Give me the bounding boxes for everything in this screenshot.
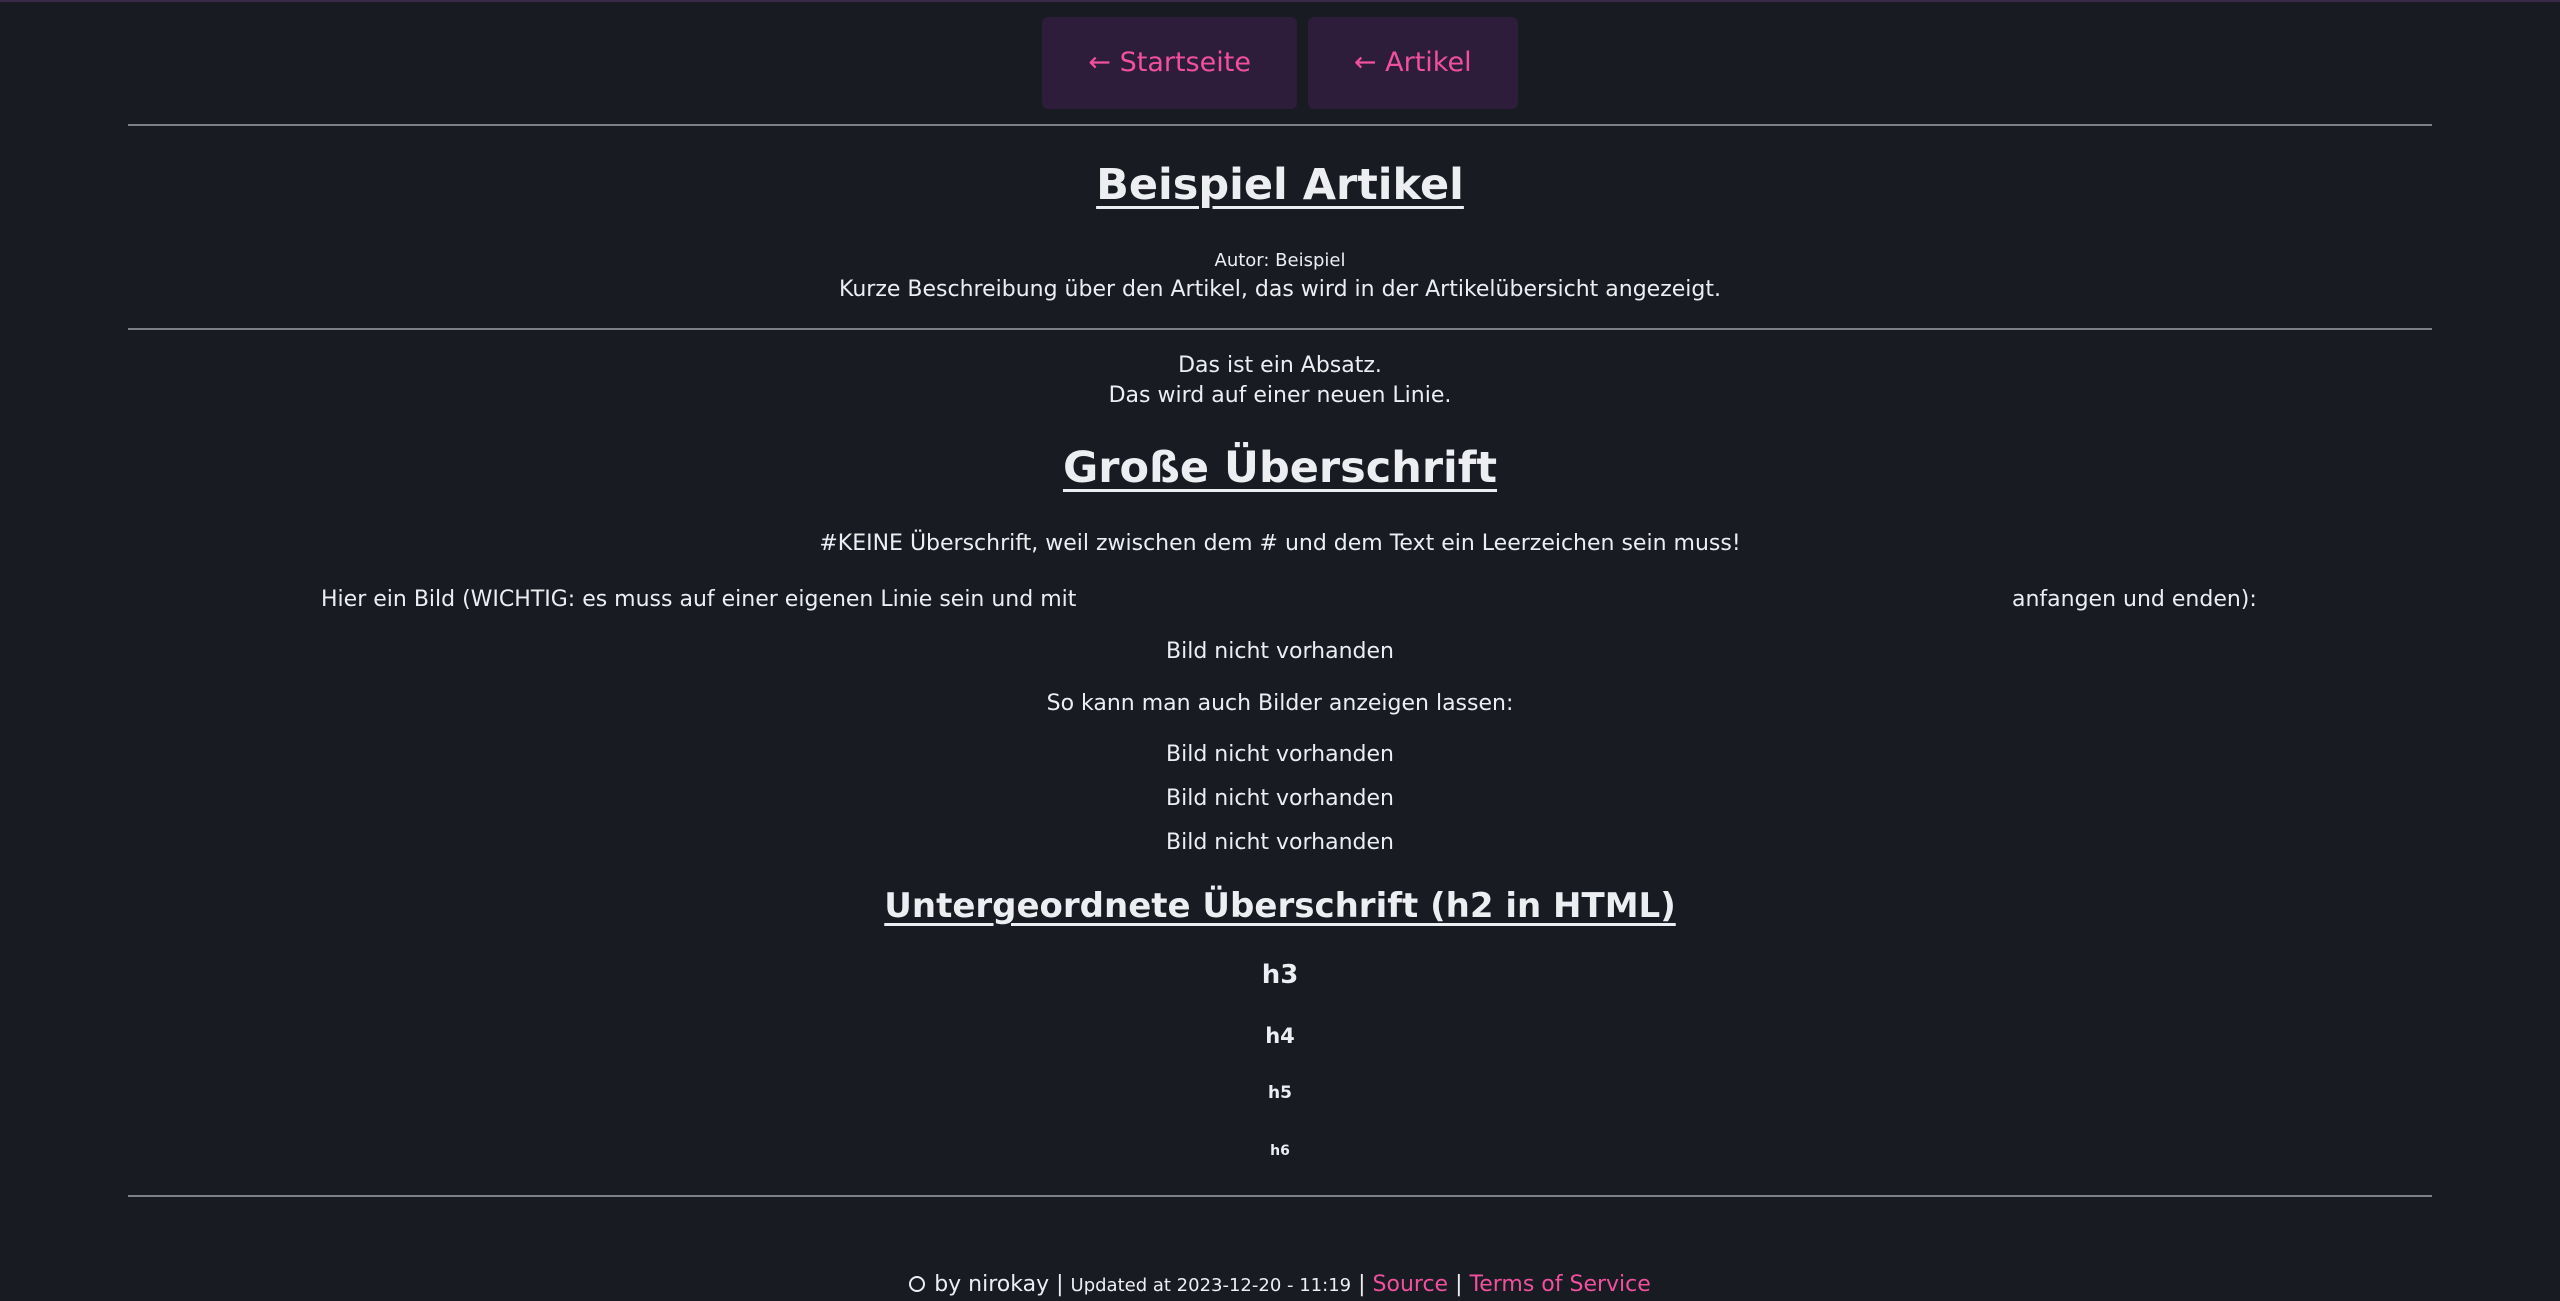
sub-heading: Untergeordnete Überschrift (h2 in HTML) [884, 886, 1676, 926]
heading-h5: h5 [1268, 1083, 1292, 1103]
terms-of-service-link[interactable]: Terms of Service [1470, 1272, 1651, 1297]
divider-header [128, 328, 2432, 330]
top-navigation: ← Startseite ← Artikel [0, 17, 2560, 109]
image-hint-left: Hier ein Bild (WICHTIG: es muss auf eine… [321, 587, 1077, 612]
no-heading-text: #KEINE Überschrift, weil zwischen dem # … [819, 531, 1741, 556]
big-heading: Große Überschrift [1062, 443, 1498, 493]
divider-bottom [128, 1195, 2432, 1197]
heading-h6: h6 [1270, 1143, 1290, 1159]
articles-link-button[interactable]: ← Artikel [1307, 17, 1518, 109]
footer-separator: | [1056, 1272, 1064, 1297]
heading-h4: h4 [1265, 1024, 1295, 1048]
footer-updated: Updated at 2023-12-20 - 11:19 [1070, 1275, 1352, 1296]
home-link-button[interactable]: ← Startseite [1042, 17, 1297, 109]
missing-image-4: Bild nicht vorhanden [1166, 830, 1394, 855]
footer-separator: | [1455, 1272, 1463, 1297]
paragraph-line-1: Das ist ein Absatz. [1178, 353, 1382, 378]
top-border [0, 0, 2560, 2]
article-author: Autor: Beispiel [1214, 250, 1346, 271]
missing-image-3: Bild nicht vorhanden [1166, 786, 1394, 811]
article-title: Beispiel Artikel [1096, 160, 1464, 210]
missing-image-2: Bild nicht vorhanden [1166, 742, 1394, 767]
heading-h3: h3 [1261, 960, 1299, 990]
paragraph-line-2: Das wird auf einer neuen Linie. [1108, 383, 1452, 408]
divider-top [128, 124, 2432, 126]
article-description: Kurze Beschreibung über den Artikel, das… [839, 277, 1721, 302]
image-hint-right: anfangen und enden): [2012, 587, 2257, 612]
images-intro: So kann man auch Bilder anzeigen lassen: [1046, 691, 1514, 716]
footer-author: by nirokay [934, 1272, 1050, 1297]
missing-image-1: Bild nicht vorhanden [1166, 639, 1394, 664]
footer: by nirokay | Updated at 2023-12-20 - 11:… [0, 1272, 2560, 1297]
coffee-icon [909, 1276, 926, 1292]
source-link[interactable]: Source [1373, 1272, 1449, 1297]
footer-separator: | [1358, 1272, 1366, 1297]
